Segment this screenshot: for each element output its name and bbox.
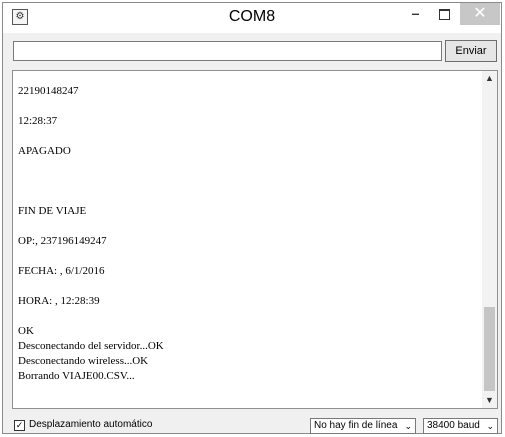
console-line: 22190148247 — [18, 85, 79, 97]
console-line: Desconectando del servidor...OK — [18, 340, 164, 352]
console-line: FECHA: , 6/1/2016 — [18, 265, 105, 277]
console-line: OP:, 237196149247 — [18, 235, 107, 247]
maximize-button[interactable] — [431, 3, 457, 25]
status-bar: ✓ Desplazamiento automático No hay fin d… — [12, 417, 498, 435]
line-ending-value: No hay fin de línea — [314, 420, 398, 431]
baud-rate-select[interactable]: 38400 baud ⌄ — [423, 418, 498, 434]
maximize-icon — [438, 9, 450, 20]
chevron-down-icon: ⌄ — [404, 421, 412, 431]
console-line: HORA: , 12:28:39 — [18, 295, 100, 307]
autoscroll-checkbox[interactable]: ✓ — [14, 420, 25, 431]
vertical-scrollbar[interactable]: ▲ ▼ — [482, 71, 497, 408]
scroll-up-icon[interactable]: ▲ — [482, 71, 497, 86]
console-line: APAGADO — [18, 145, 71, 157]
console-line: Borrando VIAJE00.CSV... — [18, 370, 135, 382]
serial-input[interactable] — [13, 41, 442, 61]
minimize-button[interactable]: – — [402, 3, 429, 25]
console-line: 12:28:37 — [18, 115, 58, 127]
chevron-down-icon: ⌄ — [486, 421, 494, 431]
console-line: OK — [18, 325, 34, 337]
console-line: FIN DE VIAJE — [18, 205, 87, 217]
line-ending-select[interactable]: No hay fin de línea ⌄ — [310, 418, 416, 434]
autoscroll-label: Desplazamiento automático — [29, 419, 153, 430]
title-bar: ⚙ COM8 – ✕ — [3, 3, 501, 33]
serial-monitor-window: ⚙ COM8 – ✕ Enviar 22190148247 12:28:37 APA… — [2, 2, 502, 434]
baud-rate-value: 38400 baud — [427, 420, 480, 431]
console-line: Desconectando wireless...OK — [18, 355, 149, 367]
send-button[interactable]: Enviar — [445, 40, 497, 62]
serial-output-text: 22190148247 12:28:37 APAGADO FIN DE VIAJE OP… — [18, 84, 478, 384]
close-button[interactable]: ✕ — [460, 3, 500, 25]
scroll-down-icon[interactable]: ▼ — [482, 393, 497, 408]
scroll-thumb[interactable] — [484, 307, 495, 391]
serial-output[interactable]: 22190148247 12:28:37 APAGADO FIN DE VIAJE OP… — [12, 70, 498, 409]
